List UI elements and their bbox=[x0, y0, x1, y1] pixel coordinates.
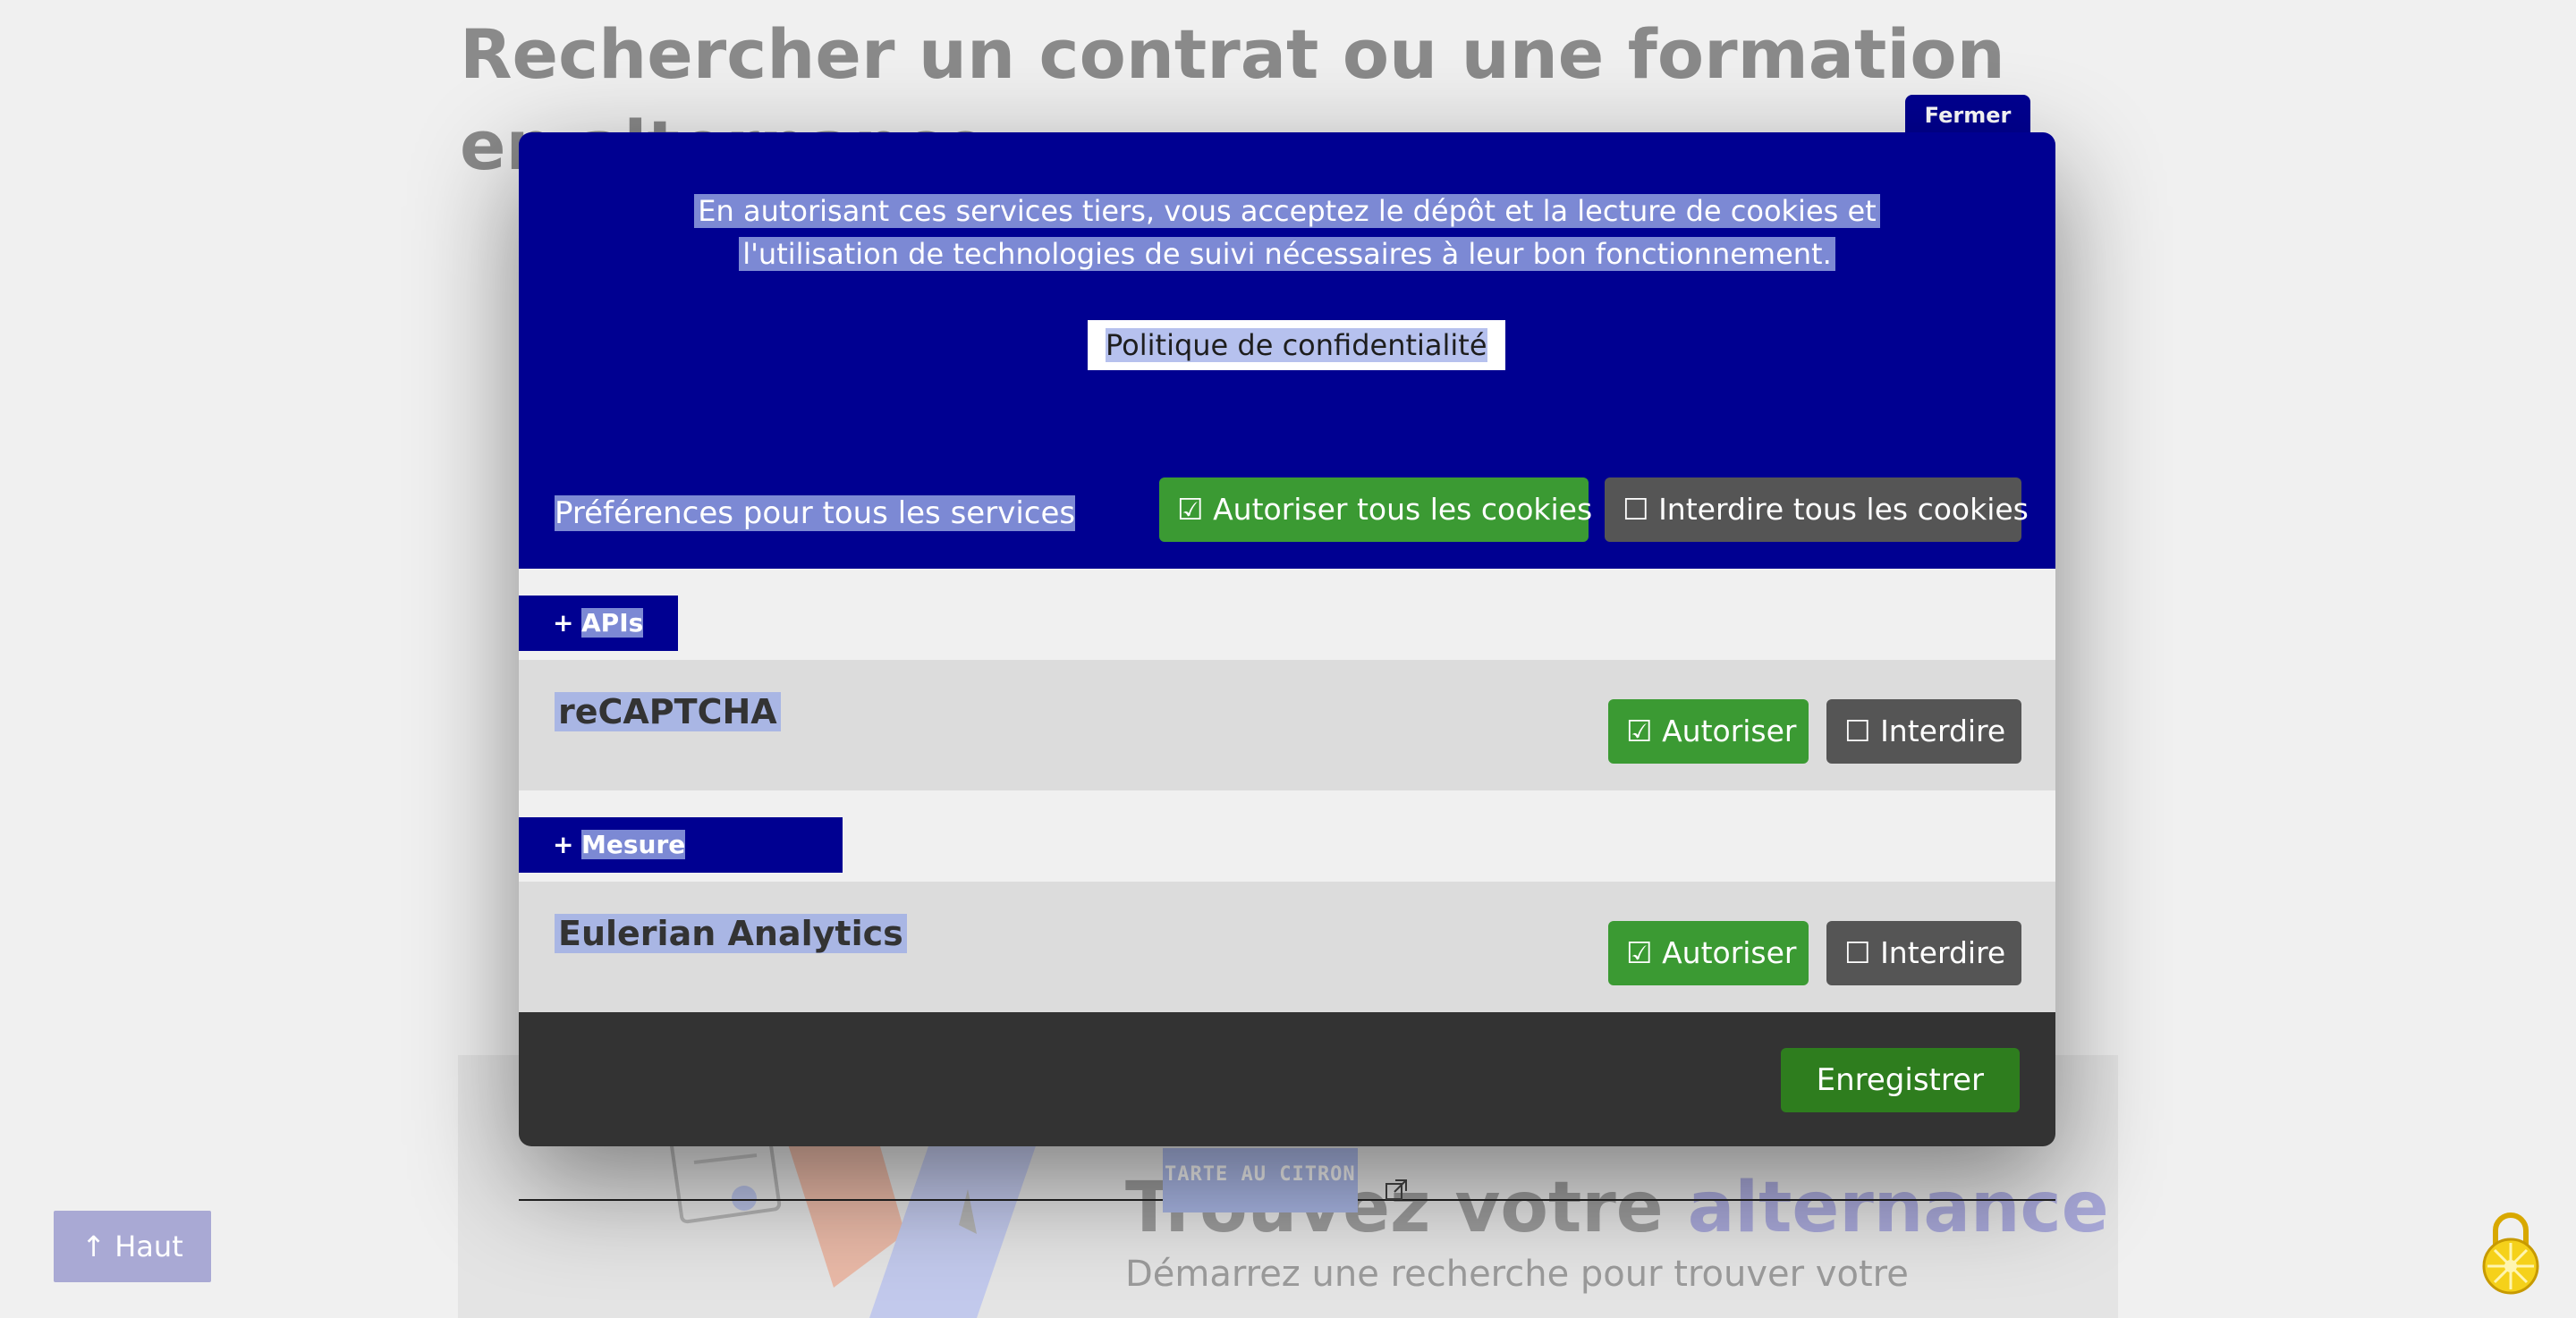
hero-subtitle: Démarrez une recherche pour trouver votr… bbox=[1125, 1254, 1909, 1295]
save-button[interactable]: Enregistrer bbox=[1780, 1048, 2020, 1112]
allow-label: ☑ Autoriser bbox=[1626, 714, 1797, 748]
dialog-header: En autorisant ces services tiers, vous a… bbox=[519, 132, 2055, 569]
allow-service-button[interactable]: ☑ Autoriser bbox=[1608, 921, 1809, 985]
category-toggle-apis[interactable]: + APIs bbox=[519, 596, 678, 651]
cookie-consent-dialog: En autorisant ces services tiers, vous a… bbox=[519, 132, 2055, 1146]
allow-label: ☑ Autoriser bbox=[1626, 935, 1797, 970]
allow-all-label: ☑ Autoriser tous les cookies bbox=[1177, 492, 1593, 527]
privacy-policy-label: Politique de confidentialité bbox=[1106, 328, 1487, 362]
privacy-policy-link[interactable]: Politique de confidentialité bbox=[1088, 320, 1505, 370]
deny-label: ☐ Interdire bbox=[1844, 714, 2006, 748]
category-label: APIs bbox=[581, 608, 644, 638]
close-button[interactable]: Fermer bbox=[1905, 95, 2030, 136]
intro-line-1: En autorisant ces services tiers, vous a… bbox=[694, 194, 1880, 228]
all-services-preferences-label: Préférences pour tous les services bbox=[555, 495, 1076, 531]
category-audience: + Mesure d'audience bbox=[519, 790, 2055, 915]
service-name-text: Eulerian Analytics bbox=[555, 914, 907, 953]
intro-line-2: l'utilisation de technologies de suivi n… bbox=[739, 237, 1835, 271]
service-name-text: reCAPTCHA bbox=[555, 692, 781, 731]
allow-service-button[interactable]: ☑ Autoriser bbox=[1608, 699, 1809, 764]
service-name: Eulerian Analytics bbox=[555, 914, 907, 953]
deny-label: ☐ Interdire bbox=[1844, 935, 2006, 970]
tarteaucitron-credit-link[interactable]: TARTE AU CITRON bbox=[1163, 1148, 1358, 1212]
prefs-label-text: Préférences pour tous les services bbox=[555, 495, 1076, 531]
cookie-lock-icon[interactable] bbox=[2479, 1205, 2542, 1295]
deny-all-label: ☐ Interdire tous les cookies bbox=[1623, 492, 2029, 527]
intro-text: En autorisant ces services tiers, vous a… bbox=[519, 190, 2055, 275]
service-row-eulerian: Eulerian Analytics ☑ Autoriser ☐ Interdi… bbox=[519, 882, 2055, 1012]
category-apis: + APIs bbox=[519, 569, 2055, 660]
external-link-icon bbox=[1385, 1179, 1407, 1200]
deny-service-button[interactable]: ☐ Interdire bbox=[1826, 699, 2021, 764]
allow-all-button[interactable]: ☑ Autoriser tous les cookies bbox=[1159, 477, 1593, 542]
back-to-top-button[interactable]: ↑ Haut bbox=[54, 1211, 211, 1282]
service-name: reCAPTCHA bbox=[555, 692, 781, 731]
dialog-footer: Enregistrer bbox=[519, 1012, 2055, 1146]
plus-icon: + bbox=[553, 830, 574, 859]
service-row-recaptcha: reCAPTCHA ☑ Autoriser ☐ Interdire bbox=[519, 660, 2055, 790]
category-toggle-audience[interactable]: + Mesure d'audience bbox=[519, 817, 843, 915]
deny-all-button[interactable]: ☐ Interdire tous les cookies bbox=[1605, 477, 2029, 542]
deny-service-button[interactable]: ☐ Interdire bbox=[1826, 921, 2021, 985]
plus-icon: + bbox=[553, 608, 574, 638]
